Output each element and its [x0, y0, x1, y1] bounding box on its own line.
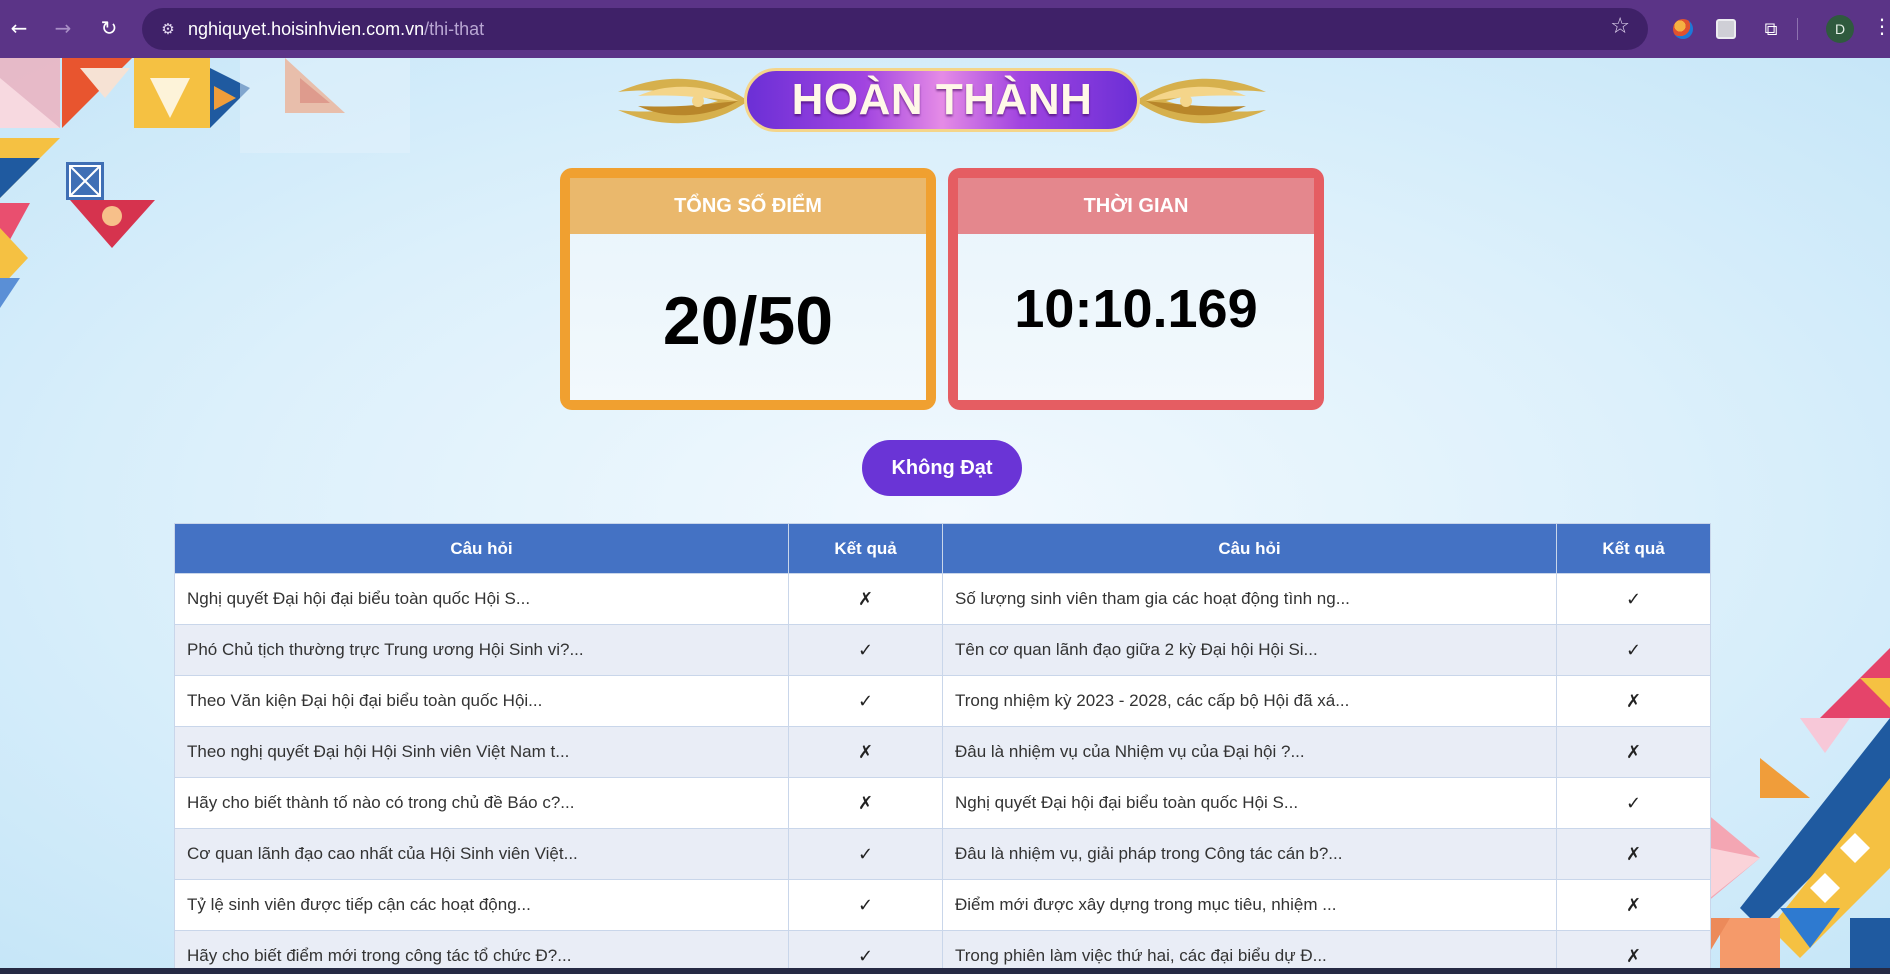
result-cell: ✓ [788, 675, 943, 727]
completion-banner: HOÀN THÀNH [598, 62, 1286, 140]
time-card-body: THỜI GIAN 10:10.169 [958, 178, 1314, 400]
question-cell[interactable]: Trong phiên làm việc thứ hai, các đại bi… [942, 930, 1557, 968]
total-score-value: 20/50 [662, 283, 834, 359]
firefox-extension-icon[interactable] [1670, 16, 1696, 42]
top-left-decoration [0, 58, 410, 308]
result-cell: ✗ [1556, 930, 1711, 968]
results-table: Câu hỏi Kết quả Câu hỏi Kết quả Nghị quy… [174, 523, 1711, 968]
page-content: HOÀN THÀNH TỔNG SỐ ĐIỂM 20/50 THỜI GIAN … [0, 58, 1890, 968]
url-text[interactable]: nghiquyet.hoisinhvien.com.vn/thi-that [188, 19, 484, 40]
forward-icon[interactable]: → [46, 11, 80, 45]
table-row: Phó Chủ tịch thường trực Trung ương Hội … [174, 624, 1711, 676]
result-cell: ✗ [1556, 675, 1711, 727]
table-row: Theo nghị quyết Đại hội Hội Sinh viên Vi… [174, 726, 1711, 778]
table-row: Tỷ lệ sinh viên được tiếp cận các hoạt đ… [174, 879, 1711, 931]
table-row: Hãy cho biết thành tố nào có trong chủ đ… [174, 777, 1711, 829]
result-cell: ✓ [1556, 573, 1711, 625]
result-cell: ✗ [1556, 828, 1711, 880]
banner-pill: HOÀN THÀNH [744, 68, 1140, 132]
question-cell[interactable]: Nghị quyết Đại hội đại biểu toàn quốc Hộ… [174, 573, 789, 625]
question-cell[interactable]: Theo Văn kiện Đại hội đại biểu toàn quốc… [174, 675, 789, 727]
time-value: 10:10.169 [1014, 279, 1258, 339]
total-score-label: TỔNG SỐ ĐIỂM [570, 178, 926, 234]
question-cell[interactable]: Nghị quyết Đại hội đại biểu toàn quốc Hộ… [942, 777, 1557, 829]
total-score-card: TỔNG SỐ ĐIỂM 20/50 [560, 168, 936, 410]
toolbar-divider [1797, 18, 1798, 40]
result-cell: ✓ [788, 879, 943, 931]
site-info-icon[interactable]: ⚙ [148, 8, 188, 50]
result-status-button[interactable]: Không Đạt [862, 440, 1022, 496]
result-cell: ✗ [1556, 726, 1711, 778]
question-cell[interactable]: Phó Chủ tịch thường trực Trung ương Hội … [174, 624, 789, 676]
result-cell: ✗ [788, 777, 943, 829]
question-cell[interactable]: Đâu là nhiệm vụ, giải pháp trong Công tá… [942, 828, 1557, 880]
question-cell[interactable]: Hãy cho biết điểm mới trong công tác tổ … [174, 930, 789, 968]
question-cell[interactable]: Hãy cho biết thành tố nào có trong chủ đ… [174, 777, 789, 829]
question-cell[interactable]: Trong nhiệm kỳ 2023 - 2028, các cấp bộ H… [942, 675, 1557, 727]
taskbar-edge [0, 968, 1890, 974]
question-cell[interactable]: Số lượng sinh viên tham gia các hoạt độn… [942, 573, 1557, 625]
column-header-question: Câu hỏi [174, 523, 789, 574]
time-card: THỜI GIAN 10:10.169 [948, 168, 1324, 410]
result-cell: ✗ [788, 573, 943, 625]
browser-toolbar: ← → ↻ ⚙ nghiquyet.hoisinhvien.com.vn/thi… [0, 0, 1890, 58]
menu-icon[interactable]: ⋮ [1872, 14, 1890, 38]
banner-title: HOÀN THÀNH [791, 75, 1093, 124]
question-cell[interactable]: Theo nghị quyết Đại hội Hội Sinh viên Vi… [174, 726, 789, 778]
result-cell: ✓ [1556, 624, 1711, 676]
bookmark-star-icon[interactable]: ☆ [1610, 14, 1630, 39]
column-header-question: Câu hỏi [942, 523, 1557, 574]
profile-avatar[interactable]: D [1826, 15, 1854, 43]
table-row: Nghị quyết Đại hội đại biểu toàn quốc Hộ… [174, 573, 1711, 625]
result-cell: ✓ [1556, 777, 1711, 829]
question-cell[interactable]: Cơ quan lãnh đạo cao nhất của Hội Sinh v… [174, 828, 789, 880]
question-cell[interactable]: Tỷ lệ sinh viên được tiếp cận các hoạt đ… [174, 879, 789, 931]
table-row: Hãy cho biết điểm mới trong công tác tổ … [174, 930, 1711, 968]
question-cell[interactable]: Tên cơ quan lãnh đạo giữa 2 kỳ Đại hội H… [942, 624, 1557, 676]
result-cell: ✗ [1556, 879, 1711, 931]
result-cell: ✓ [788, 624, 943, 676]
table-header-row: Câu hỏi Kết quả Câu hỏi Kết quả [174, 523, 1711, 574]
question-cell[interactable]: Điểm mới được xây dựng trong mục tiêu, n… [942, 879, 1557, 931]
column-header-result: Kết quả [1556, 523, 1711, 574]
total-score-card-body: TỔNG SỐ ĐIỂM 20/50 [570, 178, 926, 400]
bottom-right-decoration [1700, 648, 1890, 968]
table-row: Cơ quan lãnh đạo cao nhất của Hội Sinh v… [174, 828, 1711, 880]
table-row: Theo Văn kiện Đại hội đại biểu toàn quốc… [174, 675, 1711, 727]
result-cell: ✓ [788, 930, 943, 968]
address-bar[interactable]: ⚙ nghiquyet.hoisinhvien.com.vn/thi-that … [142, 8, 1648, 50]
back-icon[interactable]: ← [2, 11, 36, 45]
extension-icon[interactable] [1713, 16, 1739, 42]
question-cell[interactable]: Đâu là nhiệm vụ của Nhiệm vụ của Đại hội… [942, 726, 1557, 778]
column-header-result: Kết quả [788, 523, 943, 574]
time-label: THỜI GIAN [958, 178, 1314, 234]
result-cell: ✗ [788, 726, 943, 778]
result-cell: ✓ [788, 828, 943, 880]
reload-icon[interactable]: ↻ [92, 11, 126, 45]
puzzle-extensions-icon[interactable]: ⧉ [1758, 16, 1784, 42]
